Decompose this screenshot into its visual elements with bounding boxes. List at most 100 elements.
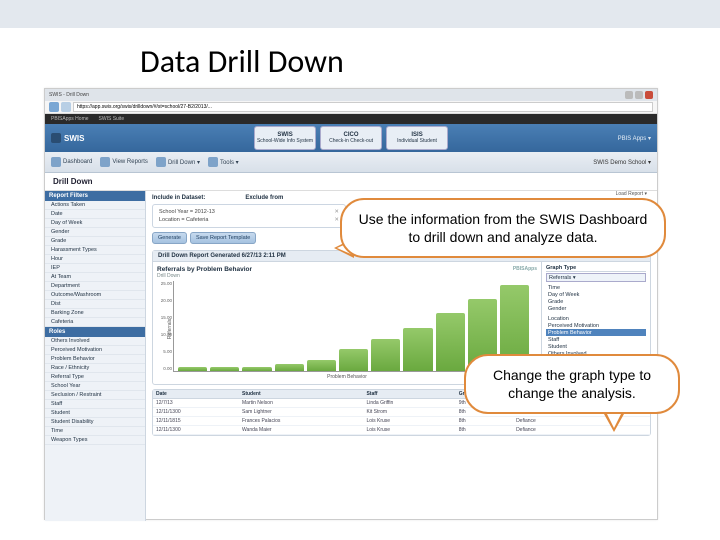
sidebar-item[interactable]: Actions Taken — [45, 201, 145, 210]
table-cell: Frances Palacios — [239, 417, 363, 426]
graph-type-item[interactable]: Day of Week — [546, 291, 646, 298]
sidebar-item[interactable]: Outcome/Washroom — [45, 291, 145, 300]
callout-drill-down: Use the information from the SWIS Dashbo… — [340, 198, 666, 258]
module-isis[interactable]: ISISIndividual Student — [386, 126, 448, 150]
sidebar-item[interactable]: Weapon Types — [45, 436, 145, 445]
table-cell: Lois Kruse — [363, 417, 455, 426]
page-heading: Drill Down — [45, 173, 657, 191]
sidebar-item[interactable]: Seclusion / Restraint — [45, 391, 145, 400]
minimize-icon[interactable] — [625, 91, 633, 99]
toolbar-drill-down[interactable]: Drill Down ▾ — [156, 157, 200, 167]
forward-icon[interactable] — [61, 102, 71, 112]
chart-brand-logo: PBISApps — [513, 266, 537, 272]
table-cell: Linda Griffin — [363, 399, 455, 408]
sidebar-item[interactable]: Department — [45, 282, 145, 291]
table-cell: Lois Kruse — [363, 426, 455, 435]
sidebar-item[interactable]: Hour — [45, 255, 145, 264]
sidebar-item[interactable]: Student Disability — [45, 418, 145, 427]
chart-bar — [178, 367, 207, 371]
sidebar-item[interactable]: Grade — [45, 237, 145, 246]
sidebar: Report Filters Actions TakenDateDay of W… — [45, 191, 146, 521]
sidebar-item[interactable]: Time — [45, 427, 145, 436]
toolbar-dashboard[interactable]: Dashboard — [51, 157, 92, 167]
app-black-strip: PBISApps Home SWIS Suite — [45, 114, 657, 124]
graph-type-item[interactable]: Grade — [546, 298, 646, 305]
app-right-menu[interactable]: PBIS Apps ▾ — [618, 135, 651, 142]
graph-type-item[interactable]: Perceived Motivation — [546, 322, 646, 329]
sidebar-item[interactable]: Race / Ethnicity — [45, 364, 145, 373]
sidebar-item[interactable]: Student — [45, 409, 145, 418]
generate-button[interactable]: Generate — [152, 232, 187, 244]
sidebar-item[interactable]: Problem Behavior — [45, 355, 145, 364]
table-header[interactable]: Date — [153, 390, 239, 399]
table-cell: 12/11/1300 — [153, 408, 239, 417]
graph-type-item[interactable]: Gender — [546, 305, 646, 312]
graph-type-item[interactable]: Problem Behavior — [546, 329, 646, 336]
table-row[interactable]: 12/11/1300Wanda MaierLois Kruse8thDefian… — [153, 426, 650, 435]
chart-bar — [339, 349, 368, 371]
sidebar-item[interactable]: Others Involved — [45, 337, 145, 346]
exclude-label: Exclude from — [245, 195, 283, 201]
table-cell: Sam Lightner — [239, 408, 363, 417]
sidebar-item[interactable]: Referral Type — [45, 373, 145, 382]
sidebar-item[interactable]: Barking Zone — [45, 309, 145, 318]
browser-titlebar: SWIS - Drill Down — [45, 89, 657, 101]
include-label: Include in Dataset: — [152, 195, 205, 201]
chart-subtitle: Drill Down — [157, 273, 537, 279]
table-cell: 8th — [456, 417, 513, 426]
maximize-icon[interactable] — [635, 91, 643, 99]
chart-bar — [242, 367, 271, 371]
graph-type-dropdown[interactable]: Referrals ▾ — [546, 273, 646, 282]
sidebar-item[interactable]: Harassment Types — [45, 246, 145, 255]
chart-title: Referrals by Problem Behavior — [157, 266, 537, 273]
chart-bar — [403, 328, 432, 371]
nav-swis-suite[interactable]: SWIS Suite — [99, 116, 125, 122]
callout-graph-type: Change the graph type to change the anal… — [464, 354, 680, 414]
module-swis[interactable]: SWISSchool-Wide Info System — [254, 126, 316, 150]
sidebar-item[interactable]: Dist — [45, 300, 145, 309]
y-ticks: 25.0020.0015.0010.005.000.00 — [162, 281, 172, 371]
close-icon[interactable] — [645, 91, 653, 99]
callout-pointer — [604, 414, 624, 432]
browser-urlbar — [45, 101, 657, 114]
sidebar-item[interactable]: At Team — [45, 273, 145, 282]
school-selector[interactable]: SWIS Demo School ▾ — [593, 159, 651, 166]
toolbar: Dashboard View Reports Drill Down ▾ Tool… — [45, 152, 657, 173]
back-icon[interactable] — [49, 102, 59, 112]
app-header: SWIS SWISSchool-Wide Info System CICOChe… — [45, 124, 657, 152]
remove-filter-icon[interactable]: ✕ — [334, 209, 339, 215]
graph-type-heading: Graph Type — [546, 265, 646, 272]
filter-chip: School Year = 2012-13 — [159, 209, 215, 215]
report-header: Drill Down Report Generated 6/27/13 2:11… — [158, 253, 286, 259]
table-row[interactable]: 12/11/1815Frances PalaciosLois Kruse8thD… — [153, 417, 650, 426]
sidebar-item[interactable]: Perceived Motivation — [45, 346, 145, 355]
table-header[interactable]: Staff — [363, 390, 455, 399]
remove-filter-icon[interactable]: ✕ — [334, 217, 339, 223]
toolbar-view-reports[interactable]: View Reports — [100, 157, 148, 167]
sidebar-item[interactable]: Date — [45, 210, 145, 219]
table-cell: Defiance — [513, 417, 650, 426]
sidebar-item[interactable]: School Year — [45, 382, 145, 391]
table-header[interactable]: Student — [239, 390, 363, 399]
table-cell: Defiance — [513, 426, 650, 435]
sidebar-item[interactable]: IEP — [45, 264, 145, 273]
nav-pbisapps[interactable]: PBISApps Home — [51, 116, 89, 122]
sidebar-item[interactable]: Cafeteria — [45, 318, 145, 327]
table-cell: 12/11/1300 — [153, 426, 239, 435]
window-buttons — [625, 91, 653, 99]
url-input[interactable] — [73, 102, 653, 112]
sidebar-item[interactable]: Gender — [45, 228, 145, 237]
table-cell: Martin Nelson — [239, 399, 363, 408]
load-report-link[interactable]: Load Report ▾ — [616, 191, 647, 197]
table-cell: 8th — [456, 426, 513, 435]
toolbar-tools[interactable]: Tools ▾ — [208, 157, 239, 167]
sidebar-item[interactable]: Staff — [45, 400, 145, 409]
module-cico[interactable]: CICOCheck-in Check-out — [320, 126, 382, 150]
graph-type-item[interactable]: Student — [546, 343, 646, 350]
table-cell: 12/11/1815 — [153, 417, 239, 426]
sidebar-item[interactable]: Day of Week — [45, 219, 145, 228]
graph-type-item[interactable]: Time — [546, 284, 646, 291]
graph-type-item[interactable]: Location — [546, 315, 646, 322]
save-template-button[interactable]: Save Report Template — [190, 232, 256, 244]
graph-type-item[interactable]: Staff — [546, 336, 646, 343]
